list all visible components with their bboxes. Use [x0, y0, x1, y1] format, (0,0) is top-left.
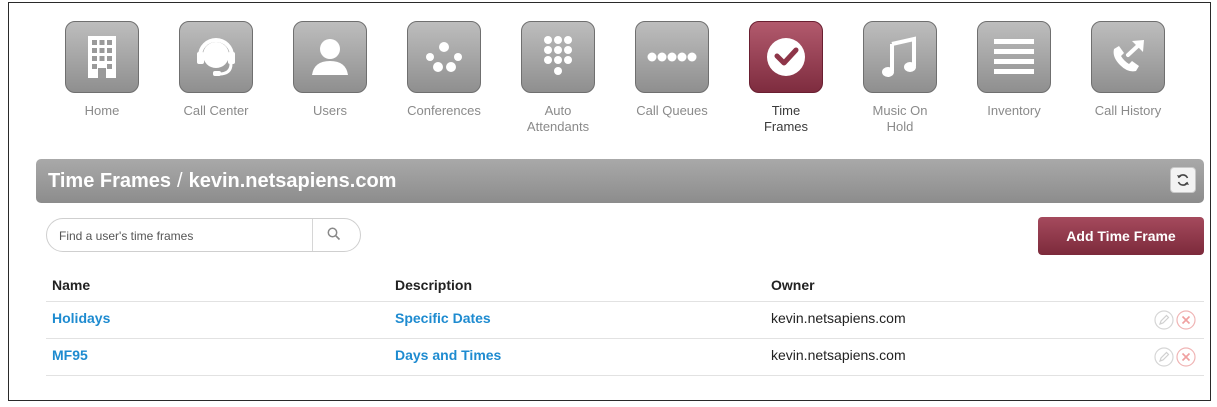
phone-arrow-icon: [1113, 40, 1144, 72]
nav-tile: [293, 21, 367, 93]
nav-item-auto-attendants[interactable]: Auto Attendants: [508, 21, 608, 135]
app-frame: Home Call Center Users Conferences Auto …: [8, 2, 1211, 401]
time-frame-name-link[interactable]: Holidays: [52, 310, 110, 326]
time-frame-name-link[interactable]: MF95: [52, 347, 88, 363]
nav-tile: [179, 21, 253, 93]
column-header-description: Description: [395, 277, 473, 293]
search-input[interactable]: [57, 226, 311, 246]
nav-tile: [977, 21, 1051, 93]
conference-dots-icon: [426, 42, 462, 72]
nav-label: Users: [313, 103, 347, 118]
time-frames-table: Name Description Owner Holidays Specific…: [46, 271, 1204, 376]
table-row: Holidays Specific Dates kevin.netsapiens…: [46, 302, 1204, 339]
nav-tile: [635, 21, 709, 93]
domain-name: kevin.netsapiens.com: [188, 170, 397, 192]
nav-label: Home: [84, 103, 120, 118]
time-frame-owner: kevin.netsapiens.com: [771, 310, 906, 326]
headset-icon: [197, 38, 235, 76]
nav-label: Auto Attendants: [526, 103, 590, 134]
nav-item-conferences[interactable]: Conferences: [394, 21, 494, 119]
refresh-button[interactable]: [1170, 167, 1196, 193]
user-icon: [312, 39, 348, 75]
nav-label: Inventory: [987, 103, 1041, 118]
table-row: MF95 Days and Times kevin.netsapiens.com: [46, 339, 1204, 376]
edit-icon[interactable]: [1154, 347, 1174, 367]
building-icon: [88, 36, 116, 78]
nav-item-users[interactable]: Users: [280, 21, 380, 119]
search-divider: [312, 219, 313, 251]
delete-icon[interactable]: [1176, 310, 1196, 330]
queue-dots-icon: [647, 52, 697, 62]
nav-item-time-frames[interactable]: Time Frames: [736, 21, 836, 135]
nav-tile: [1091, 21, 1165, 93]
nav-label: Call History: [1094, 103, 1162, 118]
nav-item-inventory[interactable]: Inventory: [964, 21, 1064, 119]
nav-label: Call Queues: [636, 103, 708, 118]
nav-tile: [863, 21, 937, 93]
breadcrumb-separator: /: [177, 170, 183, 192]
clock-icon: [767, 38, 805, 76]
nav-label: Call Center: [183, 103, 249, 118]
nav-tile: [521, 21, 595, 93]
row-actions: [1154, 347, 1196, 367]
nav-tile: [65, 21, 139, 93]
table-header: Name Description Owner: [46, 271, 1204, 302]
page-title-bar: Time Frames / kevin.netsapiens.com: [36, 159, 1204, 203]
delete-icon[interactable]: [1176, 347, 1196, 367]
nav-item-call-center[interactable]: Call Center: [166, 21, 266, 119]
column-header-name: Name: [52, 277, 91, 293]
page-title: Time Frames / kevin.netsapiens.com: [48, 170, 396, 193]
search-icon[interactable]: [327, 227, 341, 246]
nav-item-home[interactable]: Home: [52, 21, 152, 119]
add-time-frame-button[interactable]: Add Time Frame: [1038, 217, 1204, 255]
page-title-text: Time Frames: [48, 170, 172, 192]
top-nav: Home Call Center Users Conferences Auto …: [52, 21, 1192, 169]
edit-icon[interactable]: [1154, 310, 1174, 330]
user-search-box: [46, 218, 361, 252]
nav-label: Time Frames: [763, 103, 809, 134]
time-frame-description-link[interactable]: Days and Times: [395, 347, 501, 363]
nav-item-music-on-hold[interactable]: Music On Hold: [850, 21, 950, 135]
time-frame-description-link[interactable]: Specific Dates: [395, 310, 491, 326]
nav-tile: [407, 21, 481, 93]
nav-label: Music On Hold: [872, 103, 928, 134]
list-lines-icon: [994, 39, 1034, 74]
nav-tile: [749, 21, 823, 93]
refresh-icon: [1177, 174, 1189, 186]
nav-item-call-queues[interactable]: Call Queues: [622, 21, 722, 119]
nav-label: Conferences: [407, 103, 481, 118]
music-note-icon: [882, 36, 916, 77]
column-header-owner: Owner: [771, 277, 815, 293]
row-actions: [1154, 310, 1196, 330]
keypad-icon: [544, 36, 572, 75]
nav-item-call-history[interactable]: Call History: [1078, 21, 1178, 119]
time-frame-owner: kevin.netsapiens.com: [771, 347, 906, 363]
